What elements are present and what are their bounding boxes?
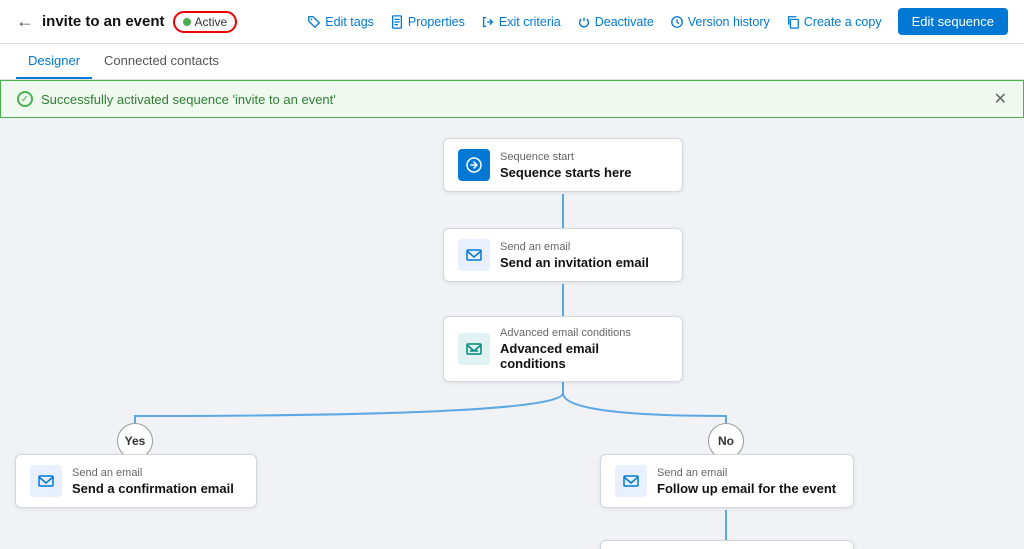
follow-up-label-main: Follow up email for the event <box>657 481 836 496</box>
yes-label: Yes <box>125 434 146 448</box>
power-icon <box>577 15 591 29</box>
success-icon: ✓ <box>17 91 33 107</box>
node-send-confirmation[interactable]: Send an email Send a confirmation email <box>15 454 257 508</box>
back-button[interactable]: ← <box>16 11 34 32</box>
banner-message: Successfully activated sequence 'invite … <box>41 92 336 107</box>
exit-criteria-label: Exit criteria <box>499 15 561 29</box>
history-icon <box>670 15 684 29</box>
sequence-start-label-main: Sequence starts here <box>500 165 632 180</box>
success-banner: ✓ Successfully activated sequence 'invit… <box>0 80 1024 118</box>
exit-icon <box>481 15 495 29</box>
sequence-start-icon <box>458 149 490 181</box>
node-advanced-conditions-bottom[interactable]: Advanced email conditions Advanced email… <box>600 540 854 549</box>
active-label: Active <box>195 15 228 29</box>
edit-tags-label: Edit tags <box>325 15 374 29</box>
node-advanced-conditions-top[interactable]: Advanced email conditions Advanced email… <box>443 316 683 382</box>
active-dot <box>183 18 191 26</box>
tag-icon <box>307 15 321 29</box>
active-badge: Active <box>173 11 238 33</box>
exit-criteria-action[interactable]: Exit criteria <box>481 15 561 29</box>
deactivate-action[interactable]: Deactivate <box>577 15 654 29</box>
create-copy-label: Create a copy <box>804 15 882 29</box>
properties-action[interactable]: Properties <box>390 15 465 29</box>
header: ← invite to an event Active Edit tags Pr… <box>0 0 1024 44</box>
follow-up-icon <box>615 465 647 497</box>
properties-label: Properties <box>408 15 465 29</box>
tabs: Designer Connected contacts <box>0 44 1024 80</box>
sequence-start-label-small: Sequence start <box>500 151 632 163</box>
send-confirmation-icon <box>30 465 62 497</box>
send-confirmation-label-small: Send an email <box>72 467 234 479</box>
send-invitation-icon <box>458 239 490 271</box>
node-send-invitation[interactable]: Send an email Send an invitation email <box>443 228 683 282</box>
send-confirmation-label-main: Send a confirmation email <box>72 481 234 496</box>
page-title: invite to an event <box>42 13 165 30</box>
copy-icon <box>786 15 800 29</box>
deactivate-label: Deactivate <box>595 15 654 29</box>
node-sequence-start[interactable]: Sequence start Sequence starts here <box>443 138 683 192</box>
send-invitation-label-main: Send an invitation email <box>500 255 649 270</box>
banner-content: ✓ Successfully activated sequence 'invit… <box>17 91 336 107</box>
version-history-label: Version history <box>688 15 770 29</box>
close-banner-button[interactable]: ✕ <box>994 89 1007 109</box>
send-invitation-label-small: Send an email <box>500 241 649 253</box>
edit-tags-action[interactable]: Edit tags <box>307 15 374 29</box>
node-follow-up-email[interactable]: Send an email Follow up email for the ev… <box>600 454 854 508</box>
canvas-inner: Sequence start Sequence starts here Send… <box>0 118 1024 549</box>
document-icon <box>390 15 404 29</box>
header-left: ← invite to an event Active <box>16 11 295 33</box>
version-history-action[interactable]: Version history <box>670 15 770 29</box>
tab-designer[interactable]: Designer <box>16 44 92 79</box>
edit-sequence-button[interactable]: Edit sequence <box>898 8 1008 35</box>
advanced-conditions-top-label-main: Advanced email conditions <box>500 341 668 371</box>
tab-connected-contacts[interactable]: Connected contacts <box>92 44 231 79</box>
create-copy-action[interactable]: Create a copy <box>786 15 882 29</box>
follow-up-label-small: Send an email <box>657 467 836 479</box>
no-label: No <box>718 434 734 448</box>
canvas: Sequence start Sequence starts here Send… <box>0 118 1024 549</box>
advanced-conditions-top-label-small: Advanced email conditions <box>500 327 668 339</box>
advanced-conditions-top-icon <box>458 333 490 365</box>
header-actions: Edit tags Properties Exit criteria Deact… <box>307 8 1008 35</box>
